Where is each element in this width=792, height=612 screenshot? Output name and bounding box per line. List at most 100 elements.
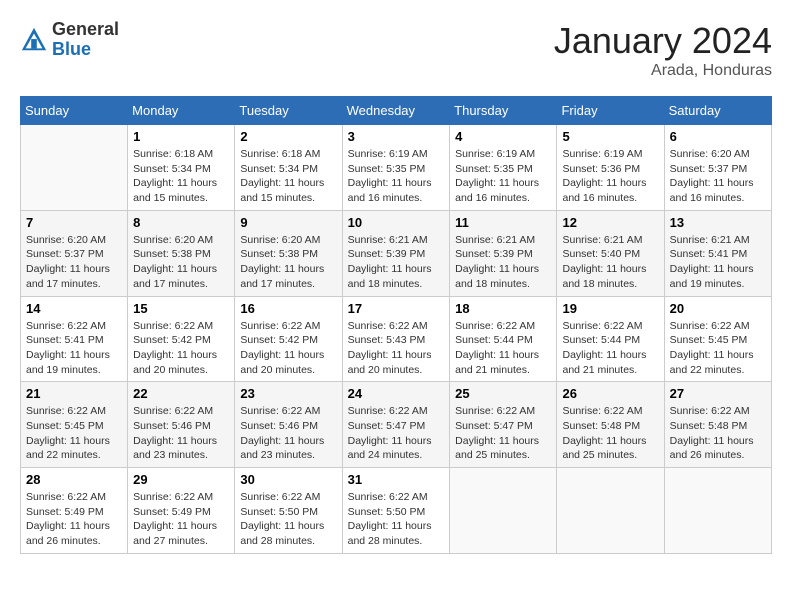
table-cell: 12 Sunrise: 6:21 AMSunset: 5:40 PMDayligh…: [557, 210, 664, 296]
table-cell: [450, 468, 557, 554]
week-row-3: 14Sunrise: 6:22 AMSunset: 5:41 PMDayligh…: [21, 296, 772, 382]
table-cell: 24 Sunrise: 6:22 AMSunset: 5:47 PMDayligh…: [342, 382, 450, 468]
day-info: Sunrise: 6:22 AMSunset: 5:48 PMDaylight:…: [670, 404, 766, 463]
table-cell: 10Sunrise: 6:21 AMSunset: 5:39 PMDayligh…: [342, 210, 450, 296]
table-cell: 16Sunrise: 6:22 AMSunset: 5:42 PMDayligh…: [235, 296, 342, 382]
day-info: Sunrise: 6:22 AMSunset: 5:49 PMDaylight:…: [133, 490, 229, 549]
day-number: 19: [562, 301, 658, 316]
day-number: 12: [562, 215, 658, 230]
day-number: 8: [133, 215, 229, 230]
header-monday: Monday: [128, 97, 235, 125]
table-cell: 30 Sunrise: 6:22 AMSunset: 5:50 PMDayligh…: [235, 468, 342, 554]
day-info: Sunrise: 6:22 AMSunset: 5:44 PMDaylight:…: [455, 319, 551, 378]
day-info: Sunrise: 6:22 AMSunset: 5:48 PMDaylight:…: [562, 404, 658, 463]
day-number: 24: [348, 386, 445, 401]
day-number: 9: [240, 215, 336, 230]
month-year-title: January 2024: [554, 20, 772, 62]
day-info: Sunrise: 6:21 AMSunset: 5:40 PMDaylight:…: [562, 233, 658, 292]
table-cell: 2Sunrise: 6:18 AMSunset: 5:34 PMDaylight…: [235, 125, 342, 211]
table-cell: 25Sunrise: 6:22 AMSunset: 5:47 PMDayligh…: [450, 382, 557, 468]
page-header: General Blue January 2024 Arada, Hondura…: [20, 20, 772, 80]
table-cell: 18 Sunrise: 6:22 AMSunset: 5:44 PMDayligh…: [450, 296, 557, 382]
logo-text: General Blue: [52, 20, 119, 60]
day-info: Sunrise: 6:20 AMSunset: 5:37 PMDaylight:…: [26, 233, 122, 292]
table-cell: 29 Sunrise: 6:22 AMSunset: 5:49 PMDayligh…: [128, 468, 235, 554]
table-cell: 31 Sunrise: 6:22 AMSunset: 5:50 PMDayligh…: [342, 468, 450, 554]
day-info: Sunrise: 6:18 AMSunset: 5:34 PMDaylight:…: [133, 147, 229, 206]
table-cell: 8 Sunrise: 6:20 AMSunset: 5:38 PMDaylight…: [128, 210, 235, 296]
table-cell: [21, 125, 128, 211]
table-cell: 7 Sunrise: 6:20 AMSunset: 5:37 PMDaylight…: [21, 210, 128, 296]
day-number: 31: [348, 472, 445, 487]
day-info: Sunrise: 6:19 AMSunset: 5:35 PMDaylight:…: [455, 147, 551, 206]
day-info: Sunrise: 6:21 AMSunset: 5:41 PMDaylight:…: [670, 233, 766, 292]
table-cell: 13Sunrise: 6:21 AMSunset: 5:41 PMDayligh…: [664, 210, 771, 296]
table-cell: 23Sunrise: 6:22 AMSunset: 5:46 PMDayligh…: [235, 382, 342, 468]
day-number: 17: [348, 301, 445, 316]
day-number: 1: [133, 129, 229, 144]
table-cell: 15 Sunrise: 6:22 AMSunset: 5:42 PMDayligh…: [128, 296, 235, 382]
day-info: Sunrise: 6:22 AMSunset: 5:46 PMDaylight:…: [133, 404, 229, 463]
header-saturday: Saturday: [664, 97, 771, 125]
day-info: Sunrise: 6:22 AMSunset: 5:50 PMDaylight:…: [240, 490, 336, 549]
table-cell: 19 Sunrise: 6:22 AMSunset: 5:44 PMDayligh…: [557, 296, 664, 382]
day-number: 29: [133, 472, 229, 487]
day-info: Sunrise: 6:22 AMSunset: 5:45 PMDaylight:…: [26, 404, 122, 463]
day-number: 26: [562, 386, 658, 401]
table-cell: 3Sunrise: 6:19 AMSunset: 5:35 PMDaylight…: [342, 125, 450, 211]
day-info: Sunrise: 6:20 AMSunset: 5:37 PMDaylight:…: [670, 147, 766, 206]
logo-blue: Blue: [52, 39, 91, 59]
week-row-1: 1 Sunrise: 6:18 AMSunset: 5:34 PMDaylight…: [21, 125, 772, 211]
day-info: Sunrise: 6:22 AMSunset: 5:44 PMDaylight:…: [562, 319, 658, 378]
day-info: Sunrise: 6:22 AMSunset: 5:45 PMDaylight:…: [670, 319, 766, 378]
week-row-2: 7 Sunrise: 6:20 AMSunset: 5:37 PMDaylight…: [21, 210, 772, 296]
table-cell: 22Sunrise: 6:22 AMSunset: 5:46 PMDayligh…: [128, 382, 235, 468]
calendar-table: Sunday Monday Tuesday Wednesday Thursday…: [20, 96, 772, 554]
day-info: Sunrise: 6:22 AMSunset: 5:42 PMDaylight:…: [133, 319, 229, 378]
day-number: 15: [133, 301, 229, 316]
day-number: 5: [562, 129, 658, 144]
day-number: 11: [455, 215, 551, 230]
day-info: Sunrise: 6:22 AMSunset: 5:42 PMDaylight:…: [240, 319, 336, 378]
table-cell: 14Sunrise: 6:22 AMSunset: 5:41 PMDayligh…: [21, 296, 128, 382]
table-cell: 11 Sunrise: 6:21 AMSunset: 5:39 PMDayligh…: [450, 210, 557, 296]
week-row-4: 21Sunrise: 6:22 AMSunset: 5:45 PMDayligh…: [21, 382, 772, 468]
day-info: Sunrise: 6:21 AMSunset: 5:39 PMDaylight:…: [455, 233, 551, 292]
weekday-header-row: Sunday Monday Tuesday Wednesday Thursday…: [21, 97, 772, 125]
logo-icon: [20, 26, 48, 54]
table-cell: 5 Sunrise: 6:19 AMSunset: 5:36 PMDaylight…: [557, 125, 664, 211]
header-sunday: Sunday: [21, 97, 128, 125]
table-cell: 17 Sunrise: 6:22 AMSunset: 5:43 PMDayligh…: [342, 296, 450, 382]
day-number: 2: [240, 129, 336, 144]
day-info: Sunrise: 6:22 AMSunset: 5:49 PMDaylight:…: [26, 490, 122, 549]
day-info: Sunrise: 6:22 AMSunset: 5:43 PMDaylight:…: [348, 319, 445, 378]
table-cell: 26 Sunrise: 6:22 AMSunset: 5:48 PMDayligh…: [557, 382, 664, 468]
table-cell: 20 Sunrise: 6:22 AMSunset: 5:45 PMDayligh…: [664, 296, 771, 382]
header-friday: Friday: [557, 97, 664, 125]
header-tuesday: Tuesday: [235, 97, 342, 125]
day-info: Sunrise: 6:22 AMSunset: 5:47 PMDaylight:…: [348, 404, 445, 463]
header-wednesday: Wednesday: [342, 97, 450, 125]
day-info: Sunrise: 6:20 AMSunset: 5:38 PMDaylight:…: [133, 233, 229, 292]
day-number: 18: [455, 301, 551, 316]
day-number: 20: [670, 301, 766, 316]
table-cell: 6 Sunrise: 6:20 AMSunset: 5:37 PMDaylight…: [664, 125, 771, 211]
table-cell: 9Sunrise: 6:20 AMSunset: 5:38 PMDaylight…: [235, 210, 342, 296]
day-number: 6: [670, 129, 766, 144]
day-number: 28: [26, 472, 122, 487]
day-info: Sunrise: 6:19 AMSunset: 5:36 PMDaylight:…: [562, 147, 658, 206]
day-number: 27: [670, 386, 766, 401]
logo: General Blue: [20, 20, 119, 60]
day-number: 23: [240, 386, 336, 401]
day-number: 30: [240, 472, 336, 487]
day-info: Sunrise: 6:21 AMSunset: 5:39 PMDaylight:…: [348, 233, 445, 292]
table-cell: 28 Sunrise: 6:22 AMSunset: 5:49 PMDayligh…: [21, 468, 128, 554]
header-thursday: Thursday: [450, 97, 557, 125]
day-number: 4: [455, 129, 551, 144]
day-info: Sunrise: 6:22 AMSunset: 5:50 PMDaylight:…: [348, 490, 445, 549]
logo-general: General: [52, 19, 119, 39]
table-cell: 27 Sunrise: 6:22 AMSunset: 5:48 PMDayligh…: [664, 382, 771, 468]
day-number: 7: [26, 215, 122, 230]
table-cell: [557, 468, 664, 554]
title-block: January 2024 Arada, Honduras: [554, 20, 772, 80]
